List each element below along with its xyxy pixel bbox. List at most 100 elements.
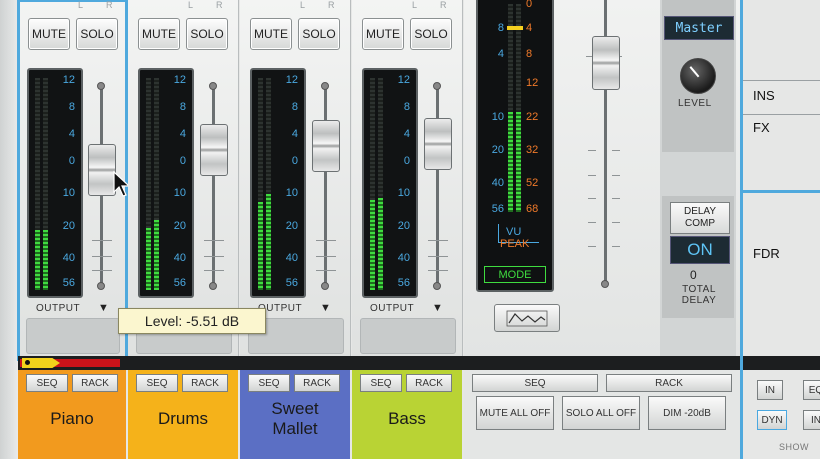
output-slot[interactable] — [26, 318, 120, 354]
dyn-button[interactable]: DYN — [757, 410, 787, 430]
output-slot[interactable] — [360, 318, 456, 354]
meter-tick: 0 — [68, 155, 75, 167]
master-right-tick: 4 — [526, 22, 533, 34]
mode-button[interactable]: MODE — [484, 266, 546, 283]
delay-comp-on-indicator[interactable]: ON — [670, 236, 730, 264]
meter-tick: 8 — [403, 101, 410, 113]
meter-tick: 56 — [62, 277, 75, 289]
master-right-tick: 0 — [526, 0, 533, 10]
track-tile-drums[interactable]: SEQ RACK Drums — [128, 370, 238, 459]
meter-tick: 40 — [62, 252, 75, 264]
track-name: Sweet Mallet — [271, 399, 319, 438]
meter-tick: 10 — [173, 187, 186, 199]
level-tooltip: Level: -5.51 dB — [118, 308, 266, 334]
meter-bar-left — [258, 78, 263, 290]
seq-button[interactable]: SEQ — [136, 374, 178, 392]
mute-button[interactable]: MUTE — [250, 18, 292, 50]
level-label: LEVEL — [678, 98, 712, 109]
volume-fader[interactable] — [424, 118, 452, 170]
level-meter: 12 8 4 0 10 20 40 56 — [250, 68, 306, 298]
master-left-tick: 56 — [491, 203, 504, 215]
dim-button[interactable]: DIM -20dB — [648, 396, 726, 430]
mute-button[interactable]: MUTE — [138, 18, 180, 50]
fader-track — [324, 88, 327, 284]
rack-button[interactable]: RACK — [406, 374, 452, 392]
master-meter-bar-left — [508, 4, 513, 212]
master-bottom-controls: SEQ RACK MUTE ALL OFF SOLO ALL OFF DIM -… — [464, 370, 740, 459]
channel-strip-sweet-mallet: L R MUTE SOLO 12 8 4 0 10 20 40 56 OUTPU… — [240, 0, 351, 360]
fader-top-stop — [97, 82, 105, 90]
channel-l-label: L — [78, 0, 84, 10]
meter-bar-right — [266, 78, 271, 290]
volume-fader[interactable] — [312, 120, 340, 172]
level-meter: 12 8 4 0 10 20 40 56 — [138, 68, 194, 298]
meter-tick: 40 — [285, 252, 298, 264]
master-control-column: Master LEVEL DELAY COMP ON 0 TOTAL DELAY — [660, 0, 736, 360]
fader-top-stop — [321, 82, 329, 90]
waveform-icon — [506, 310, 548, 327]
meter-tick: 0 — [179, 155, 186, 167]
delay-comp-button[interactable]: DELAY COMP — [670, 202, 730, 234]
master-right-tick: 8 — [526, 48, 533, 60]
fader-track — [212, 88, 215, 284]
mute-button[interactable]: MUTE — [28, 18, 70, 50]
rack-button[interactable]: RACK — [294, 374, 340, 392]
solo-button[interactable]: SOLO — [410, 18, 452, 50]
mixer-window: L R MUTE SOLO 12 8 4 0 10 20 40 56 OUTPU… — [0, 0, 820, 459]
meter-tick: 12 — [397, 74, 410, 86]
master-rack-button[interactable]: RACK — [606, 374, 732, 392]
meter-tick: 4 — [68, 128, 75, 140]
level-meter: 12 8 4 0 10 20 40 56 — [27, 68, 83, 298]
output-label: OUTPUT — [370, 303, 415, 314]
master-seq-button[interactable]: SEQ — [472, 374, 598, 392]
track-tile-piano[interactable]: SEQ RACK Piano — [18, 370, 126, 459]
solo-button[interactable]: SOLO — [76, 18, 118, 50]
master-right-tick: 68 — [526, 203, 539, 215]
waveform-button[interactable] — [494, 304, 560, 332]
channel-r-label: R — [106, 0, 113, 10]
mute-button[interactable]: MUTE — [362, 18, 404, 50]
output-dropdown-icon[interactable]: ▼ — [320, 302, 331, 314]
master-level-knob[interactable] — [680, 58, 716, 94]
track-name: Bass — [388, 409, 426, 428]
meter-bar-right — [378, 78, 383, 290]
volume-fader[interactable] — [200, 124, 228, 176]
mute-all-off-button[interactable]: MUTE ALL OFF — [476, 396, 554, 430]
channel-r-label: R — [328, 0, 335, 10]
meter-tick: 0 — [291, 155, 298, 167]
seq-button[interactable]: SEQ — [360, 374, 402, 392]
meter-bar-left — [146, 78, 151, 290]
track-tile-sweet-mallet[interactable]: SEQ RACK Sweet Mallet — [240, 370, 350, 459]
solo-button[interactable]: SOLO — [298, 18, 340, 50]
master-fader[interactable] — [592, 36, 620, 90]
in-button[interactable]: IN — [757, 380, 783, 400]
solo-all-off-button[interactable]: SOLO ALL OFF — [562, 396, 640, 430]
meter-bar-right — [154, 78, 159, 290]
output-dropdown-icon[interactable]: ▼ — [432, 302, 443, 314]
master-name-display[interactable]: Master — [664, 16, 734, 40]
master-right-tick: 22 — [526, 111, 539, 123]
right-panel: INS FX FDR IN EQ DYN IN SHOW — [740, 0, 820, 459]
rack-button[interactable]: RACK — [72, 374, 118, 392]
rack-button[interactable]: RACK — [182, 374, 228, 392]
channel-l-label: L — [300, 0, 306, 10]
in2-button[interactable]: IN — [803, 410, 820, 430]
track-tile-bass[interactable]: SEQ RACK Bass — [352, 370, 462, 459]
master-meter-bar-right — [516, 4, 521, 212]
master-left-tick: 40 — [491, 177, 504, 189]
master-left-tick: 8 — [497, 22, 504, 34]
eq-button[interactable]: EQ — [803, 380, 820, 400]
master-strip: 8 4 10 20 40 56 0 4 8 12 22 32 52 68 VU … — [464, 0, 741, 360]
seq-button[interactable]: SEQ — [248, 374, 290, 392]
fader-bottom-stop — [97, 282, 105, 290]
vu-label: VU — [506, 226, 522, 238]
level-meter: 12 8 4 0 10 20 40 56 — [362, 68, 418, 298]
seq-button[interactable]: SEQ — [26, 374, 68, 392]
peak-label: PEAK — [500, 238, 530, 250]
master-left-tick: 10 — [491, 111, 504, 123]
meter-tick: 8 — [68, 101, 75, 113]
total-delay-value: 0 — [690, 268, 697, 282]
output-dropdown-icon[interactable]: ▼ — [98, 302, 109, 314]
master-fader-bottom-stop — [601, 280, 609, 288]
solo-button[interactable]: SOLO — [186, 18, 228, 50]
